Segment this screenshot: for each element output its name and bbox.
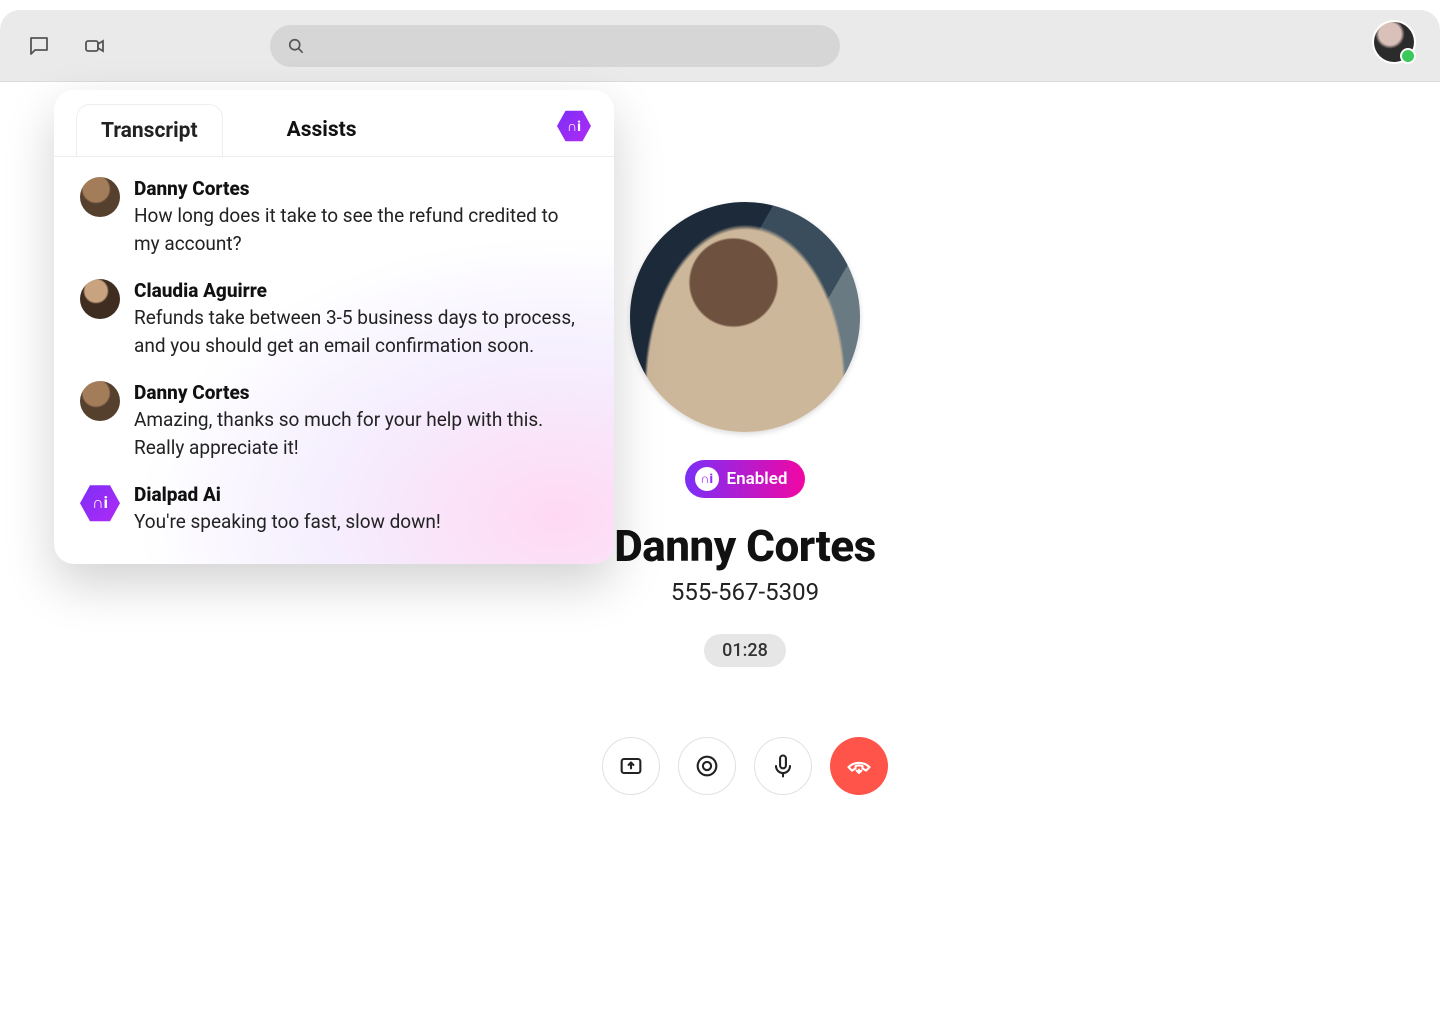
message-text: How long does it take to see the refund … [134,202,588,257]
contact-phone: 555-567-5309 [671,578,819,606]
microphone-icon [769,752,797,780]
share-screen-icon [617,752,645,780]
record-button[interactable] [678,737,736,795]
transcript-panel: Transcript Assists ∩i Danny Cortes How l… [54,90,614,564]
message-speaker: Danny Cortes [134,381,588,404]
search-bar[interactable] [270,25,840,67]
transcript-body: Danny Cortes How long does it take to se… [54,156,614,564]
tab-transcript[interactable]: Transcript [76,104,223,157]
transcript-message: Danny Cortes How long does it take to se… [80,177,588,257]
message-speaker: Dialpad Ai [134,483,588,506]
transcript-message: Danny Cortes Amazing, thanks so much for… [80,381,588,461]
contact-photo [630,202,860,432]
avatar-ai: ∩i [80,483,120,523]
contact-name: Danny Cortes [614,520,875,572]
mute-button[interactable] [754,737,812,795]
ai-badge-icon: ∩i [695,467,719,491]
hangup-icon [845,752,873,780]
transcript-message: Claudia Aguirre Refunds take between 3-5… [80,279,588,359]
video-icon [83,34,107,58]
self-avatar[interactable] [1374,22,1414,62]
call-controls [602,737,888,795]
tab-assists[interactable]: Assists [263,104,381,156]
message-speaker: Claudia Aguirre [134,279,588,302]
topbar-left-icon-group [24,31,110,61]
search-icon [286,36,306,56]
video-icon-button[interactable] [80,31,110,61]
chat-icon [27,34,51,58]
panel-tabs: Transcript Assists ∩i [54,90,614,156]
end-call-button[interactable] [830,737,888,795]
message-text: You're speaking too fast, slow down! [134,508,588,536]
ai-enabled-badge[interactable]: ∩i Enabled [685,460,806,498]
transcript-message: ∩i Dialpad Ai You're speaking too fast, … [80,483,588,536]
search-input[interactable] [316,37,824,55]
call-timer: 01:28 [704,634,786,667]
messages-icon-button[interactable] [24,31,54,61]
share-screen-button[interactable] [602,737,660,795]
record-icon [693,752,721,780]
avatar [80,177,120,217]
avatar [80,279,120,319]
message-text: Refunds take between 3-5 business days t… [134,304,588,359]
ai-hex-icon: ∩i [557,109,591,143]
ai-enabled-label: Enabled [727,469,788,489]
message-speaker: Danny Cortes [134,177,588,200]
message-text: Amazing, thanks so much for your help wi… [134,406,588,461]
ai-hex-icon: ∩i [80,483,120,523]
topbar [0,10,1440,82]
avatar [80,381,120,421]
panel-ai-logo: ∩i [554,106,594,146]
